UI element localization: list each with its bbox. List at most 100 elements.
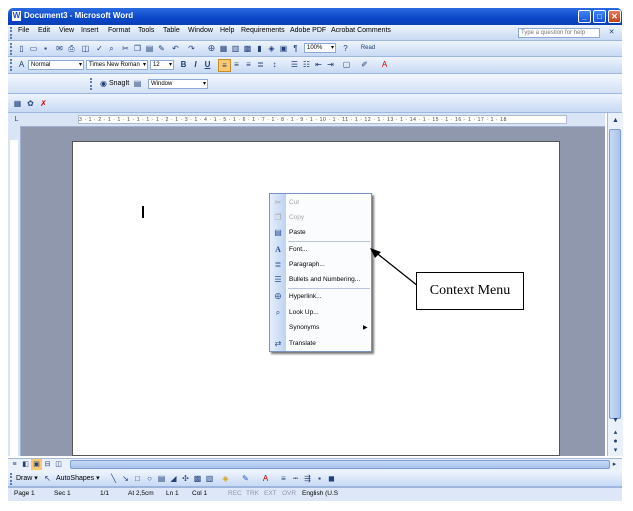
picture-icon[interactable]: ▧ bbox=[204, 473, 215, 484]
insert-table-icon[interactable]: ▥ bbox=[230, 43, 241, 54]
status-trk[interactable]: TRK bbox=[246, 490, 259, 497]
grip-handle[interactable] bbox=[10, 59, 15, 71]
line-color-icon[interactable]: ✎ bbox=[240, 473, 251, 484]
document-map-icon[interactable]: ▣ bbox=[278, 43, 289, 54]
review-icon[interactable]: ▦ bbox=[12, 98, 23, 109]
menu-item-translate[interactable]: ⇄ Translate bbox=[270, 337, 371, 351]
status-rec[interactable]: REC bbox=[228, 490, 242, 497]
help-search-input[interactable]: Type a question for help bbox=[518, 28, 600, 38]
decrease-indent-icon[interactable]: ⇤ bbox=[313, 59, 324, 70]
align-right-icon[interactable]: ≡ bbox=[243, 59, 254, 70]
border-icon[interactable]: ▢ bbox=[341, 59, 352, 70]
scroll-right-icon[interactable]: ▸ bbox=[609, 459, 620, 470]
bullets-icon[interactable]: ☷ bbox=[301, 59, 312, 70]
style-select[interactable]: Normal ▾ bbox=[28, 60, 84, 70]
fill-color-icon[interactable]: ◈ bbox=[220, 473, 231, 484]
horizontal-scroll-thumb[interactable] bbox=[70, 460, 610, 469]
numbering-icon[interactable]: ☰ bbox=[289, 59, 300, 70]
menu-window[interactable]: Window bbox=[188, 27, 213, 34]
tables-borders-icon[interactable]: ▦ bbox=[218, 43, 229, 54]
scroll-up-icon[interactable]: ▲ bbox=[610, 115, 621, 126]
align-center-icon[interactable]: ≡ bbox=[231, 59, 242, 70]
menu-help[interactable]: Help bbox=[220, 27, 234, 34]
status-ext[interactable]: EXT bbox=[264, 490, 277, 497]
insert-excel-icon[interactable]: ▩ bbox=[242, 43, 253, 54]
menu-item-font[interactable]: A Font... bbox=[270, 243, 371, 257]
undo-icon[interactable]: ↶ bbox=[170, 43, 181, 54]
font-color-icon[interactable]: A bbox=[379, 59, 390, 70]
font-color-icon[interactable]: A bbox=[260, 473, 271, 484]
snagit-button[interactable]: SnagIt bbox=[109, 80, 129, 87]
menu-item-copy[interactable]: ❐ Copy bbox=[270, 211, 371, 225]
grip-handle[interactable] bbox=[10, 27, 15, 39]
menu-item-paste[interactable]: ▤ Paste bbox=[270, 226, 371, 240]
tab-selector-icon[interactable]: L bbox=[11, 114, 22, 125]
menu-item-paragraph[interactable]: ≣ Paragraph... bbox=[270, 258, 371, 272]
arrow-icon[interactable]: ↘ bbox=[120, 473, 131, 484]
spelling-icon[interactable]: ✓ bbox=[94, 43, 105, 54]
hyperlink-icon[interactable]: 🜨 bbox=[206, 43, 217, 54]
save-icon[interactable]: ▪ bbox=[40, 43, 51, 54]
menu-acrobat-comments[interactable]: Acrobat Comments bbox=[331, 27, 391, 34]
line-spacing-icon[interactable]: ↕ bbox=[269, 59, 280, 70]
open-icon[interactable]: ▭ bbox=[28, 43, 39, 54]
reading-view-icon[interactable]: ◫ bbox=[53, 459, 64, 470]
menu-item-synonyms[interactable]: Synonyms ▶ bbox=[270, 321, 371, 335]
track-icon[interactable]: ✿ bbox=[25, 98, 36, 109]
menu-edit[interactable]: Edit bbox=[38, 27, 50, 34]
menu-insert[interactable]: Insert bbox=[81, 27, 99, 34]
menu-item-hyperlink[interactable]: 🜨 Hyperlink... bbox=[270, 290, 371, 304]
autoshapes-button[interactable]: AutoShapes ▾ bbox=[56, 474, 100, 482]
italic-icon[interactable]: I bbox=[190, 59, 201, 70]
dash-style-icon[interactable]: ┅ bbox=[290, 473, 301, 484]
close-button[interactable]: ✕ bbox=[608, 10, 621, 23]
cut-icon[interactable]: ✂ bbox=[120, 43, 131, 54]
menu-item-bullets-numbering[interactable]: ☰ Bullets and Numbering... bbox=[270, 273, 371, 287]
redo-icon[interactable]: ↷ bbox=[186, 43, 197, 54]
font-select[interactable]: Times New Roman ▾ bbox=[86, 60, 148, 70]
grip-handle[interactable] bbox=[10, 43, 15, 55]
next-page-icon[interactable]: ▾ bbox=[610, 445, 621, 456]
grip-handle[interactable] bbox=[10, 473, 15, 485]
print-icon[interactable]: ⎙ bbox=[66, 43, 77, 54]
wordart-icon[interactable]: ◢ bbox=[168, 473, 179, 484]
rectangle-icon[interactable]: □ bbox=[132, 473, 143, 484]
capture-mode-select[interactable]: Window ▾ bbox=[148, 79, 208, 89]
menu-table[interactable]: Table bbox=[163, 27, 180, 34]
outline-view-icon[interactable]: ⊟ bbox=[42, 459, 53, 470]
grip-handle[interactable] bbox=[90, 78, 95, 90]
3d-icon[interactable]: ◼ bbox=[326, 473, 337, 484]
arrow-style-icon[interactable]: ⇶ bbox=[302, 473, 313, 484]
horizontal-ruler[interactable]: L 3 · 1 · 2 · 1 · 1 · 1 · 1 · 1 · 1 · 2 … bbox=[8, 113, 605, 127]
font-size-select[interactable]: 12 ▾ bbox=[150, 60, 174, 70]
drawing-icon[interactable]: ◈ bbox=[266, 43, 277, 54]
increase-indent-icon[interactable]: ⇥ bbox=[325, 59, 336, 70]
help-icon[interactable]: ? bbox=[340, 43, 351, 54]
shadow-icon[interactable]: ▪ bbox=[314, 473, 325, 484]
menu-requirements[interactable]: Requirements bbox=[241, 27, 285, 34]
snagit-icon[interactable]: ◉ bbox=[98, 78, 109, 89]
zoom-select[interactable]: 100% ▾ bbox=[304, 43, 336, 53]
paste-icon[interactable]: ▤ bbox=[144, 43, 155, 54]
menu-view[interactable]: View bbox=[59, 27, 74, 34]
vertical-scroll-thumb[interactable] bbox=[609, 129, 621, 419]
clip-art-icon[interactable]: ▩ bbox=[192, 473, 203, 484]
close-document-icon[interactable]: ✕ bbox=[606, 27, 617, 38]
menu-adobe-pdf[interactable]: Adobe PDF bbox=[290, 27, 326, 34]
menu-format[interactable]: Format bbox=[108, 27, 130, 34]
menu-item-look-up[interactable]: ⌕ Look Up... bbox=[270, 306, 371, 320]
draw-menu-button[interactable]: Draw ▾ bbox=[16, 474, 38, 482]
horizontal-scrollbar[interactable]: ≡ ◧ ▣ ⊟ ◫ ▸ bbox=[8, 458, 622, 471]
menu-tools[interactable]: Tools bbox=[138, 27, 154, 34]
minimize-button[interactable]: _ bbox=[578, 10, 591, 23]
menu-item-cut[interactable]: ✂ Cut bbox=[270, 196, 371, 210]
underline-icon[interactable]: U bbox=[202, 59, 213, 70]
columns-icon[interactable]: ▮ bbox=[254, 43, 265, 54]
capture-icon[interactable]: ▤ bbox=[132, 78, 143, 89]
copy-icon[interactable]: ❐ bbox=[132, 43, 143, 54]
bold-icon[interactable]: B bbox=[178, 59, 189, 70]
text-box-icon[interactable]: ▤ bbox=[156, 473, 167, 484]
new-icon[interactable]: ▯ bbox=[16, 43, 27, 54]
select-objects-icon[interactable]: ↖ bbox=[42, 473, 53, 484]
permission-icon[interactable]: ✉ bbox=[54, 43, 65, 54]
